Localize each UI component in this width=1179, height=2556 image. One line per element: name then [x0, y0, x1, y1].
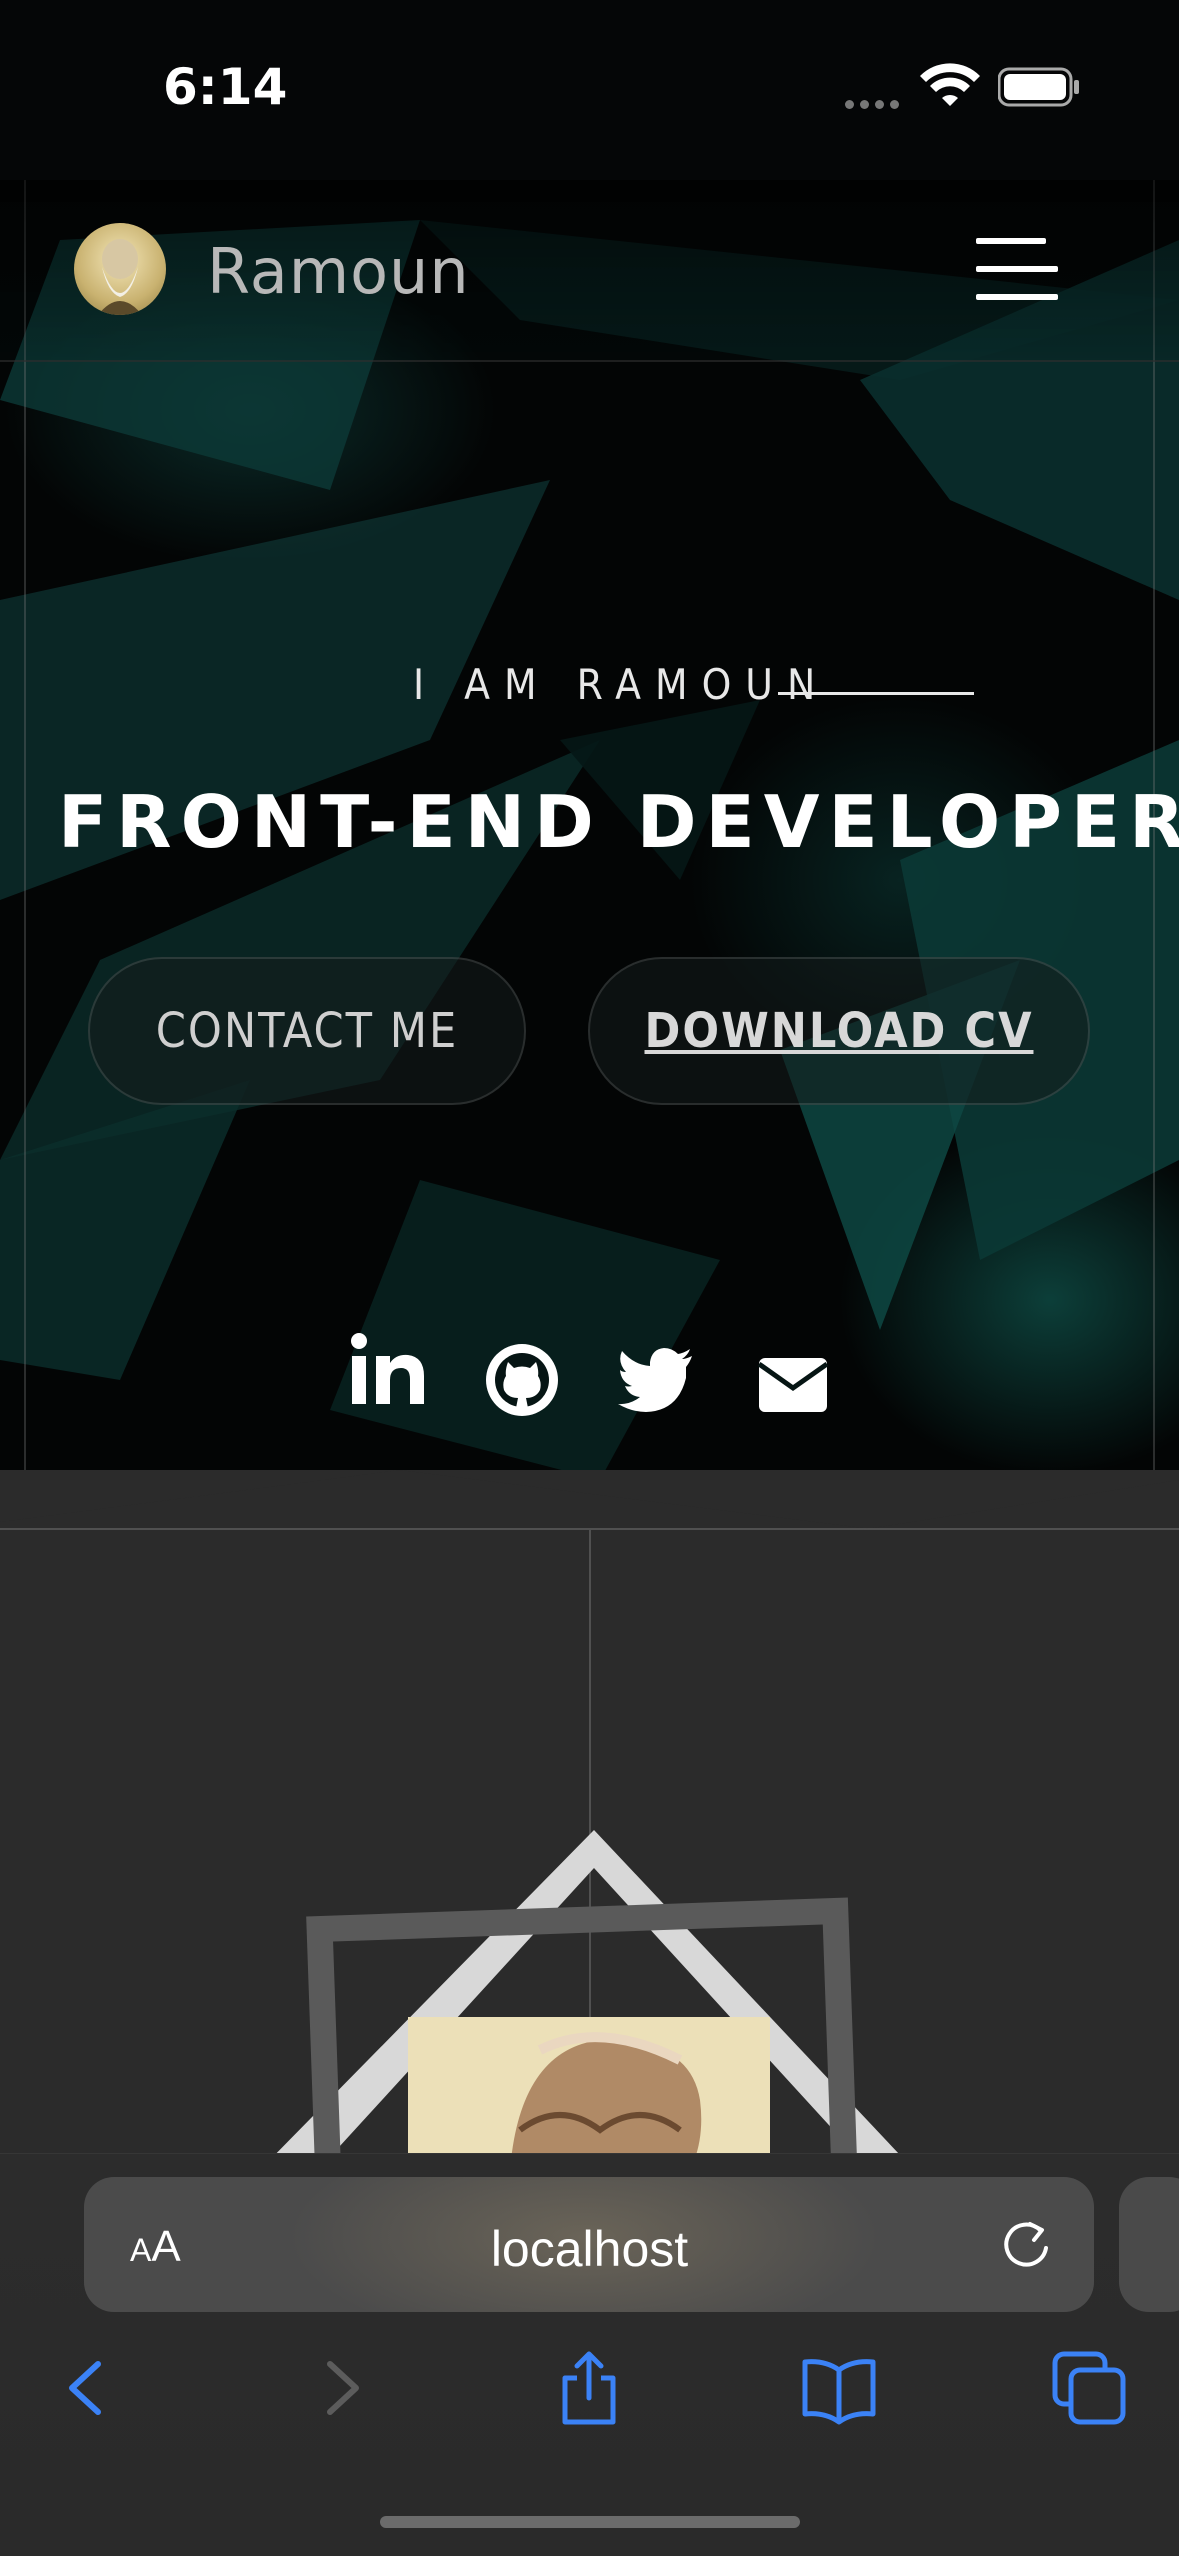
- brand-name[interactable]: Ramoun: [207, 235, 470, 308]
- hamburger-menu-icon[interactable]: [976, 238, 1058, 302]
- download-cv-button[interactable]: DOWNLOAD CV: [588, 957, 1090, 1105]
- intro-divider-line: [778, 692, 974, 695]
- contact-me-button[interactable]: CONTACT ME: [88, 957, 526, 1105]
- home-indicator[interactable]: [380, 2516, 800, 2528]
- battery-icon: [998, 67, 1079, 107]
- section-divider-wave: [0, 1470, 1179, 1530]
- share-icon[interactable]: [551, 2350, 627, 2426]
- cellular-signal-icon: [845, 96, 905, 109]
- portrait-illustration: [260, 1830, 900, 2170]
- navbar: Ramoun: [0, 180, 1179, 362]
- back-icon[interactable]: [50, 2350, 126, 2426]
- reload-icon[interactable]: [1000, 2218, 1054, 2272]
- status-time: 6:14: [163, 58, 288, 116]
- github-icon[interactable]: [482, 1340, 562, 1420]
- status-bar: 6:14: [0, 0, 1179, 180]
- email-icon[interactable]: [753, 1342, 833, 1422]
- bookmarks-icon[interactable]: [801, 2350, 877, 2426]
- hero-headline: FRONT-END DEVELOPER|: [58, 780, 1179, 864]
- intro-label: I AM RAMOUN: [413, 660, 830, 709]
- linkedin-icon[interactable]: [348, 1330, 428, 1410]
- tabs-icon[interactable]: [1051, 2350, 1127, 2426]
- portrait-avatar-icon[interactable]: [74, 223, 166, 315]
- wifi-icon: [920, 63, 980, 106]
- next-tab-preview[interactable]: [1119, 2177, 1179, 2312]
- social-links: [348, 1330, 829, 1420]
- twitter-icon[interactable]: [616, 1340, 696, 1420]
- forward-icon[interactable]: [302, 2350, 378, 2426]
